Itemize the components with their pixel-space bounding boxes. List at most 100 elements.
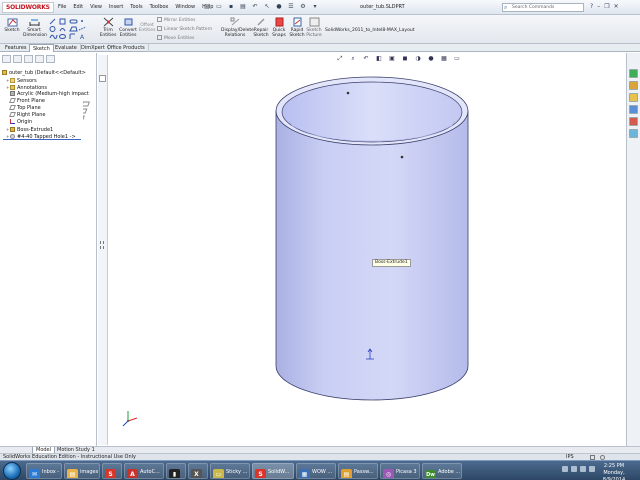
line-icon[interactable] (49, 18, 56, 25)
tree-item-boss-extrude[interactable]: + Boss-Extrude1 (2, 126, 94, 133)
display-manager-tab-icon[interactable] (46, 55, 55, 63)
trim-entities-button[interactable]: Trim Entities (99, 17, 117, 38)
tree-item-front-plane[interactable]: Front Plane (2, 98, 94, 105)
taskbar-item[interactable]: ▤ images (64, 463, 100, 479)
appearances-icon[interactable] (629, 117, 638, 126)
text-icon[interactable]: A (80, 34, 85, 41)
taskbar-item[interactable]: ▦ WOW ... (296, 463, 336, 479)
tray-icon[interactable] (571, 466, 577, 472)
open-icon[interactable]: ▭ (215, 3, 223, 11)
taskbar-item[interactable]: ✉ Inbox - (26, 463, 62, 479)
layout-link[interactable]: SolidWorks_2011_to_Intel8-MAX_Layout (325, 28, 414, 33)
tub-inner-opening[interactable] (281, 81, 463, 143)
menu-window[interactable]: Window (175, 4, 195, 10)
rectangle-icon[interactable] (59, 18, 66, 25)
mirror-entities-button[interactable]: Mirror Entities (157, 17, 196, 23)
repair-sketch-button[interactable]: Repair Sketch (253, 17, 269, 38)
tree-item-right-plane[interactable]: Right Plane (2, 112, 94, 119)
centerline-icon[interactable] (78, 26, 87, 31)
tree-item-top-plane[interactable]: Top Plane (2, 105, 94, 112)
tree-item-material[interactable]: Acrylic (Medium-high impact (2, 91, 94, 98)
panel-splitter[interactable] (98, 55, 108, 445)
taskbar-item[interactable]: Dw Adobe ... (422, 463, 462, 479)
arc-icon[interactable] (59, 28, 66, 32)
taskbar-item[interactable]: ▤ Passw... (338, 463, 378, 479)
solidworks-logo[interactable]: SOLIDWORKS (2, 2, 54, 13)
search-input[interactable]: ⌕ Search Commands (502, 3, 584, 12)
graphics-area[interactable]: ⤢ ⌕ ↶ ◧ ▣ ◼ ◑ ● ▦ ▭ Boss-Extrude1 (108, 53, 626, 446)
offset-entities-button[interactable]: Offset Entities (138, 23, 156, 33)
quick-snaps-button[interactable]: Quick Snaps (271, 17, 287, 38)
restore-icon[interactable]: ❐ (604, 3, 609, 10)
polygon-icon[interactable] (69, 26, 78, 32)
rapid-sketch-button[interactable]: Rapid Sketch (289, 17, 305, 38)
select-icon[interactable]: ↖ (263, 3, 271, 11)
menu-file[interactable]: File (58, 4, 66, 10)
menu-toolbox[interactable]: Toolbox (150, 4, 169, 10)
menu-tools[interactable]: Tools (130, 4, 142, 10)
slot-icon[interactable] (69, 19, 78, 24)
taskbar-item[interactable]: ▮ (166, 463, 186, 479)
fillet-icon[interactable] (69, 33, 75, 39)
smart-dimension-button[interactable]: Smart Dimension (23, 17, 47, 38)
visibility-icon[interactable] (83, 115, 85, 121)
file-properties-icon[interactable]: ▾ (311, 3, 319, 11)
tub-body[interactable] (275, 110, 469, 401)
move-entities-button[interactable]: Move Entities (157, 35, 194, 41)
tab-evaluate[interactable]: Evaluate (52, 44, 81, 52)
tree-item-part[interactable]: outer_tub (Default<<Default> (2, 70, 94, 77)
tub-model[interactable] (275, 76, 469, 401)
tree-item-annotations[interactable]: + Annotations (2, 84, 94, 91)
menu-insert[interactable]: Insert (109, 4, 123, 10)
convert-entities-button[interactable]: Convert Entities (118, 17, 138, 38)
linear-sketch-pattern-button[interactable]: Linear Sketch Pattern (157, 26, 212, 32)
print-icon[interactable]: ▤ (239, 3, 247, 11)
dimxpert-manager-tab-icon[interactable] (35, 55, 44, 63)
save-icon[interactable]: ▪ (227, 3, 235, 11)
taskbar-item[interactable]: S (102, 463, 122, 479)
undo-icon[interactable]: ↶ (251, 3, 259, 11)
gear-icon[interactable]: ⚙ (299, 3, 307, 11)
menu-edit[interactable]: Edit (73, 4, 83, 10)
feature-manager-tab-icon[interactable] (2, 55, 11, 63)
tab-sketch[interactable]: Sketch (29, 44, 54, 52)
close-icon[interactable]: ✕ (614, 3, 619, 10)
visibility-icon[interactable] (83, 101, 90, 107)
configuration-manager-tab-icon[interactable] (24, 55, 33, 63)
sketch-button[interactable]: Sketch (3, 17, 21, 33)
tree-item-origin[interactable]: Origin (2, 119, 94, 126)
solidworks-resources-icon[interactable] (629, 69, 638, 78)
file-explorer-icon[interactable] (629, 93, 638, 102)
volume-icon[interactable] (580, 466, 586, 472)
display-delete-relations-button[interactable]: Display/Delete Relations (221, 17, 254, 38)
circle-icon[interactable] (49, 26, 56, 32)
design-library-icon[interactable] (629, 81, 638, 90)
tree-item-sensors[interactable]: + Sensors (2, 77, 94, 84)
rollback-bar[interactable] (3, 139, 81, 140)
ellipse-icon[interactable] (59, 34, 66, 39)
rebuild-icon[interactable]: ● (275, 3, 283, 11)
tab-office-products[interactable]: Office Products (104, 44, 149, 52)
taskbar-item[interactable]: X (188, 463, 208, 479)
help-icon[interactable]: ? (590, 3, 593, 10)
taskbar-item-active[interactable]: S SolidW... (252, 463, 294, 479)
tab-features[interactable]: Features (2, 44, 31, 52)
minimize-icon[interactable]: – (597, 3, 600, 10)
visibility-icon[interactable] (83, 108, 88, 114)
taskbar-item[interactable]: ◎ Picasa 3 (380, 463, 420, 479)
point-icon[interactable] (81, 20, 83, 22)
custom-properties-icon[interactable] (629, 129, 638, 138)
start-button[interactable] (3, 462, 21, 480)
tray-icon[interactable] (562, 466, 568, 472)
property-manager-tab-icon[interactable] (13, 55, 22, 63)
spline-icon[interactable] (49, 34, 58, 40)
taskbar-item[interactable]: A AutoC... (124, 463, 164, 479)
sketch-picture-button[interactable]: Sketch Picture (305, 17, 323, 38)
flyout-icon[interactable] (99, 75, 106, 82)
options-icon[interactable]: ☰ (287, 3, 295, 11)
splitter-handle-icon[interactable] (100, 241, 104, 249)
menu-view[interactable]: View (90, 4, 102, 10)
clock[interactable]: 2:25 PM Monday, 8/9/2014 (594, 463, 634, 480)
taskbar-item[interactable]: ▭ Sticky ... (210, 463, 250, 479)
view-palette-icon[interactable] (629, 105, 638, 114)
